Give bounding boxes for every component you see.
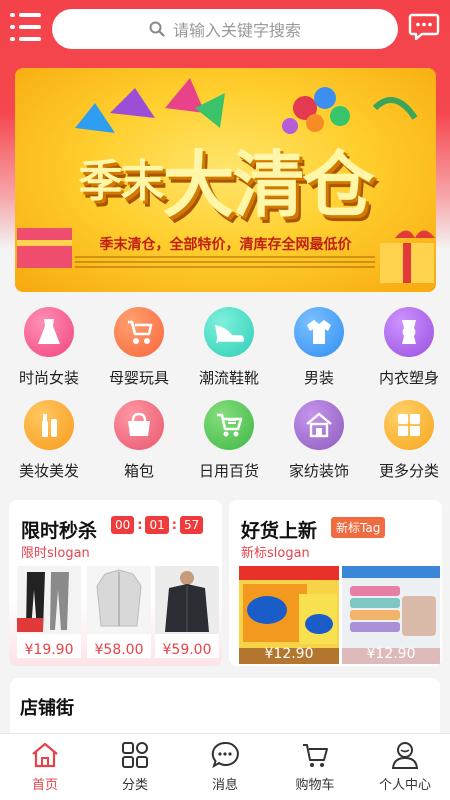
- product-price: ¥12.90: [366, 646, 416, 662]
- category-label: 母婴玩具: [108, 369, 169, 387]
- category-label: 男装: [303, 369, 334, 387]
- tab-label: 个人中心: [378, 778, 431, 793]
- banner-title-small: 季末: [78, 156, 164, 207]
- flash-sale-slogan: 限时slogan: [21, 546, 90, 561]
- category-label: 美妆美发: [18, 462, 79, 480]
- grid-icon: [384, 400, 434, 450]
- top-header: 请输入关键字搜索: [0, 0, 450, 58]
- message-tab-icon: [211, 741, 239, 769]
- banner-title: 季末大清仓: [15, 126, 436, 231]
- cart-icon: [204, 400, 254, 450]
- menu-icon-bar: [19, 37, 41, 41]
- message-button[interactable]: [408, 10, 440, 42]
- tab-home[interactable]: 首页: [0, 740, 90, 793]
- new-tag-badge: 新标Tag: [331, 517, 386, 538]
- menu-icon-bar: [19, 13, 41, 17]
- stroller-icon: [114, 307, 164, 357]
- heel-icon: [204, 307, 254, 357]
- product-image: [17, 566, 81, 634]
- timer-seconds: 57: [179, 516, 204, 534]
- category-item[interactable]: 家纺装饰: [274, 400, 364, 481]
- category-label: 潮流鞋靴: [198, 369, 259, 387]
- product-item[interactable]: ¥58.00: [87, 566, 151, 658]
- category-item[interactable]: 美妆美发: [4, 400, 94, 481]
- flash-sale-title: 限时秒杀: [21, 520, 98, 542]
- tab-profile[interactable]: 个人中心: [360, 740, 450, 793]
- tab-label: 购物车: [295, 778, 335, 793]
- product-price: ¥59.00: [162, 642, 212, 658]
- menu-icon: [10, 13, 15, 17]
- search-input[interactable]: 请输入关键字搜索: [52, 9, 398, 49]
- tab-category[interactable]: 分类: [90, 740, 180, 793]
- category-item[interactable]: 内衣塑身: [364, 307, 450, 388]
- category-item[interactable]: 潮流鞋靴: [184, 307, 274, 388]
- new-arrivals-slogan: 新标slogan: [241, 546, 310, 561]
- category-item[interactable]: 更多分类: [364, 400, 450, 481]
- product-item[interactable]: ¥12.90: [342, 566, 440, 664]
- category-label: 更多分类: [378, 462, 439, 480]
- home-icon: [294, 400, 344, 450]
- category-label: 箱包: [123, 462, 154, 480]
- product-item[interactable]: ¥19.90: [17, 566, 81, 658]
- tab-label: 首页: [31, 778, 58, 793]
- shop-street-title: 店铺街: [20, 698, 74, 719]
- timer-hours: 00: [111, 516, 135, 534]
- shop-street-section: 店铺街: [10, 678, 440, 740]
- tab-messages[interactable]: 消息: [180, 740, 270, 793]
- category-item[interactable]: 母婴玩具: [94, 307, 184, 388]
- category-item[interactable]: 日用百货: [184, 400, 274, 481]
- new-arrivals-card[interactable]: 好货上新 新标Tag 新标slogan ¥12.90 ¥12.90: [229, 500, 442, 666]
- tab-cart[interactable]: 购物车: [270, 740, 360, 793]
- cosmetics-icon: [24, 400, 74, 450]
- product-image: [87, 566, 151, 634]
- tab-label: 消息: [211, 778, 238, 793]
- cart-tab-icon: [303, 744, 328, 767]
- handbag-icon: [114, 400, 164, 450]
- menu-button[interactable]: [10, 10, 44, 44]
- user-tab-icon: [391, 742, 419, 769]
- category-tab-icon: [122, 742, 148, 768]
- bottom-tab-bar: 首页 分类 消息 购物车 个人中心: [0, 733, 450, 800]
- category-label: 内衣塑身: [378, 369, 439, 387]
- search-placeholder: 请输入关键字搜索: [172, 21, 301, 40]
- tab-label: 分类: [121, 778, 148, 793]
- timer-separator: :: [137, 517, 143, 533]
- product-image: [155, 566, 219, 634]
- timer-separator: :: [171, 517, 177, 533]
- product-item[interactable]: ¥59.00: [155, 566, 219, 658]
- category-item[interactable]: 时尚女装: [4, 307, 94, 388]
- flash-sale-card[interactable]: 限时秒杀 00 : 01 : 57 限时slogan ¥19.90 ¥58.00: [9, 500, 222, 666]
- product-price: ¥12.90: [264, 646, 314, 662]
- menu-icon-bar: [19, 25, 41, 29]
- product-item[interactable]: ¥12.90: [239, 566, 339, 664]
- home-tab-icon: [32, 742, 58, 768]
- search-icon: [149, 21, 165, 37]
- category-item[interactable]: 箱包: [94, 400, 184, 481]
- product-price: ¥19.90: [24, 642, 74, 658]
- category-item[interactable]: 男装: [274, 307, 364, 388]
- banner-subtitle: 季末清仓，全部特价，清库存全网最低价: [99, 237, 352, 253]
- category-label: 日用百货: [198, 462, 259, 480]
- banner-fine-print: [75, 256, 375, 274]
- countdown-timer: 00 : 01 : 57: [111, 516, 204, 534]
- message-icon: [408, 13, 440, 41]
- promo-banner[interactable]: 季末大清仓 季末清仓，全部特价，清库存全网最低价: [15, 68, 436, 292]
- banner-title-big: 大清仓: [162, 142, 374, 227]
- dress-icon: [24, 307, 74, 357]
- new-arrivals-title: 好货上新: [241, 520, 318, 542]
- menu-icon-dot: [10, 37, 15, 41]
- timer-minutes: 01: [145, 516, 169, 534]
- category-label: 时尚女装: [18, 369, 79, 387]
- shirt-icon: [294, 307, 344, 357]
- menu-icon-dot: [10, 25, 15, 29]
- category-label: 家纺装饰: [288, 462, 349, 480]
- bodysuit-icon: [384, 307, 434, 357]
- product-price: ¥58.00: [94, 642, 144, 658]
